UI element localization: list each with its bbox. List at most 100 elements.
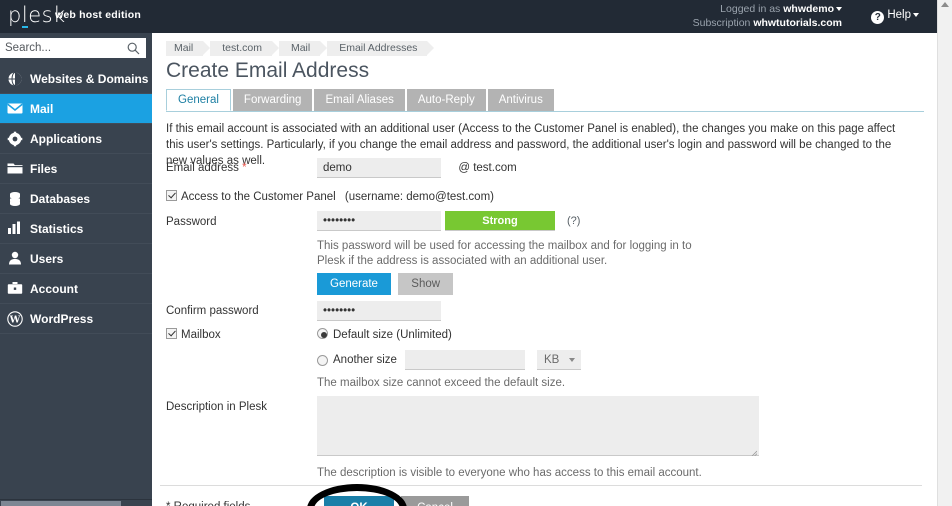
help-menu[interactable]: ?Help [871,9,919,24]
user-icon [7,251,23,267]
footer-divider [160,485,922,486]
chevron-down-icon[interactable] [836,7,842,11]
mailbox-checkbox-row[interactable]: Mailbox [166,328,221,341]
sidebar-item-websites-domains[interactable]: Websites & Domains [0,64,152,94]
form-footer: * Required fields OK Cancel [152,496,937,506]
tab-auto-reply[interactable]: Auto-Reply [407,89,486,111]
email-address-input[interactable] [317,158,441,178]
cancel-button[interactable]: Cancel [401,496,469,506]
confirm-password-label: Confirm password [166,305,259,317]
description-control [317,396,759,459]
tab-email-aliases[interactable]: Email Aliases [314,89,404,111]
password-help-icon[interactable]: (?) [567,211,580,231]
plesk-create-email-address-screen: plesk web host edition Logged in as whwd… [0,0,952,506]
sidebar-item-mail[interactable]: Mail [0,94,152,124]
create-email-form: Email address * @ test.com Access to the… [152,158,937,488]
customer-panel-username-note: (username: demo@test.com) [345,191,494,203]
tab-general[interactable]: General [166,89,231,111]
sidebar-search-wrap [0,33,152,64]
sidebar-item-label: Account [30,282,78,296]
row-confirm-password: Confirm password [152,301,937,328]
sidebar-item-statistics[interactable]: Statistics [0,214,152,244]
row-password: Password Strong (?) [152,211,937,233]
description-textarea[interactable] [317,396,759,456]
confirm-password-control [317,301,441,321]
page-vertical-scrollbar[interactable] [937,0,952,506]
sidebar-item-label: Statistics [30,222,83,236]
default-size-label: Default size (Unlimited) [333,329,452,341]
mailbox-size-input[interactable] [405,350,525,370]
required-fields-note: * Required fields [166,501,250,506]
description-hint: The description is visible to everyone w… [317,466,702,481]
sidebar-item-wordpress[interactable]: W WordPress [0,304,152,334]
row-password-hint: This password will be used for accessing… [152,233,937,269]
sidebar-item-label: Files [30,162,57,176]
help-label: Help [887,9,911,21]
chevron-down-icon [569,358,575,362]
mailbox-checkbox[interactable] [166,328,177,339]
customer-panel-checkbox[interactable] [166,190,177,201]
question-circle-icon: ? [871,11,884,24]
sidebar-item-label: WordPress [30,312,93,326]
password-control: Strong (?) [317,211,580,231]
generate-password-button[interactable]: Generate [317,273,391,295]
scrollbar-track[interactable] [939,12,952,506]
sidebar-item-label: Users [30,252,63,266]
sidebar-item-label: Websites & Domains [30,72,148,86]
sidebar-item-applications[interactable]: Applications [0,124,152,154]
chevron-down-icon[interactable] [913,13,919,17]
password-input[interactable] [317,211,441,231]
search-box[interactable] [0,38,146,58]
tab-bar: General Forwarding Email Aliases Auto-Re… [166,89,924,112]
breadcrumb-item-domain[interactable]: test.com [210,41,272,56]
breadcrumb-item-mail-2[interactable]: Mail [279,41,320,56]
scroll-up-arrow-icon[interactable] [941,2,949,7]
database-icon [7,191,23,207]
mailbox-another-size-option[interactable]: Another size KB [317,350,581,370]
main-content: Mail test.com Mail Email Addresses Creat… [152,33,937,506]
sidebar-item-users[interactable]: Users [0,244,152,274]
another-size-radio[interactable] [317,355,328,366]
row-description: Description in Plesk [152,396,937,466]
sidebar-item-account[interactable]: Account [0,274,152,304]
globe-icon [7,71,23,87]
search-input[interactable] [1,39,123,57]
gear-icon [7,131,23,147]
logged-in-label: Logged in as [720,3,780,15]
tab-forwarding[interactable]: Forwarding [233,89,313,111]
breadcrumb-item-email-addresses[interactable]: Email Addresses [327,41,427,56]
sidebar: Websites & Domains Mail Applications Fil… [0,33,152,506]
bar-chart-icon [7,221,23,237]
mailbox-size-unit-value: KB [544,354,559,366]
default-size-radio[interactable] [317,328,328,339]
breadcrumb-item-mail[interactable]: Mail [166,41,203,56]
email-address-control: @ test.com [317,158,517,178]
mailbox-hint: The mailbox size cannot exceed the defau… [317,376,565,391]
sidebar-item-files[interactable]: Files [0,154,152,184]
show-password-button[interactable]: Show [398,273,453,295]
mailbox-default-size-option[interactable]: Default size (Unlimited) [317,328,452,341]
another-size-label: Another size [333,354,397,366]
sidebar-horizontal-scrollbar[interactable] [0,499,152,506]
logged-in-as-row[interactable]: Logged in as whwdemo [693,2,842,16]
row-email-address: Email address * @ test.com [152,158,937,186]
row-another-size: Another size KB [152,350,937,374]
search-icon[interactable] [127,42,140,55]
customer-panel-label: Access to the Customer Panel [181,191,336,203]
folder-icon [7,161,23,177]
email-address-label: Email address * [166,162,247,174]
customer-panel-checkbox-row[interactable]: Access to the Customer Panel (username: … [166,190,494,203]
sidebar-item-databases[interactable]: Databases [0,184,152,214]
row-mailbox: Mailbox Default size (Unlimited) [152,328,937,350]
subscription-value: whwtutorials.com [753,17,842,29]
tab-antivirus[interactable]: Antivirus [488,89,554,111]
password-label: Password [166,216,217,228]
confirm-password-input[interactable] [317,301,441,321]
row-password-buttons: Generate Show [152,269,937,301]
subscription-row: Subscription whwtutorials.com [693,16,842,30]
svg-text:W: W [9,315,21,326]
password-buttons: Generate Show [317,273,453,295]
password-hint: This password will be used for accessing… [317,239,697,269]
mailbox-size-unit-select[interactable]: KB [537,350,581,370]
ok-button[interactable]: OK [324,496,394,506]
